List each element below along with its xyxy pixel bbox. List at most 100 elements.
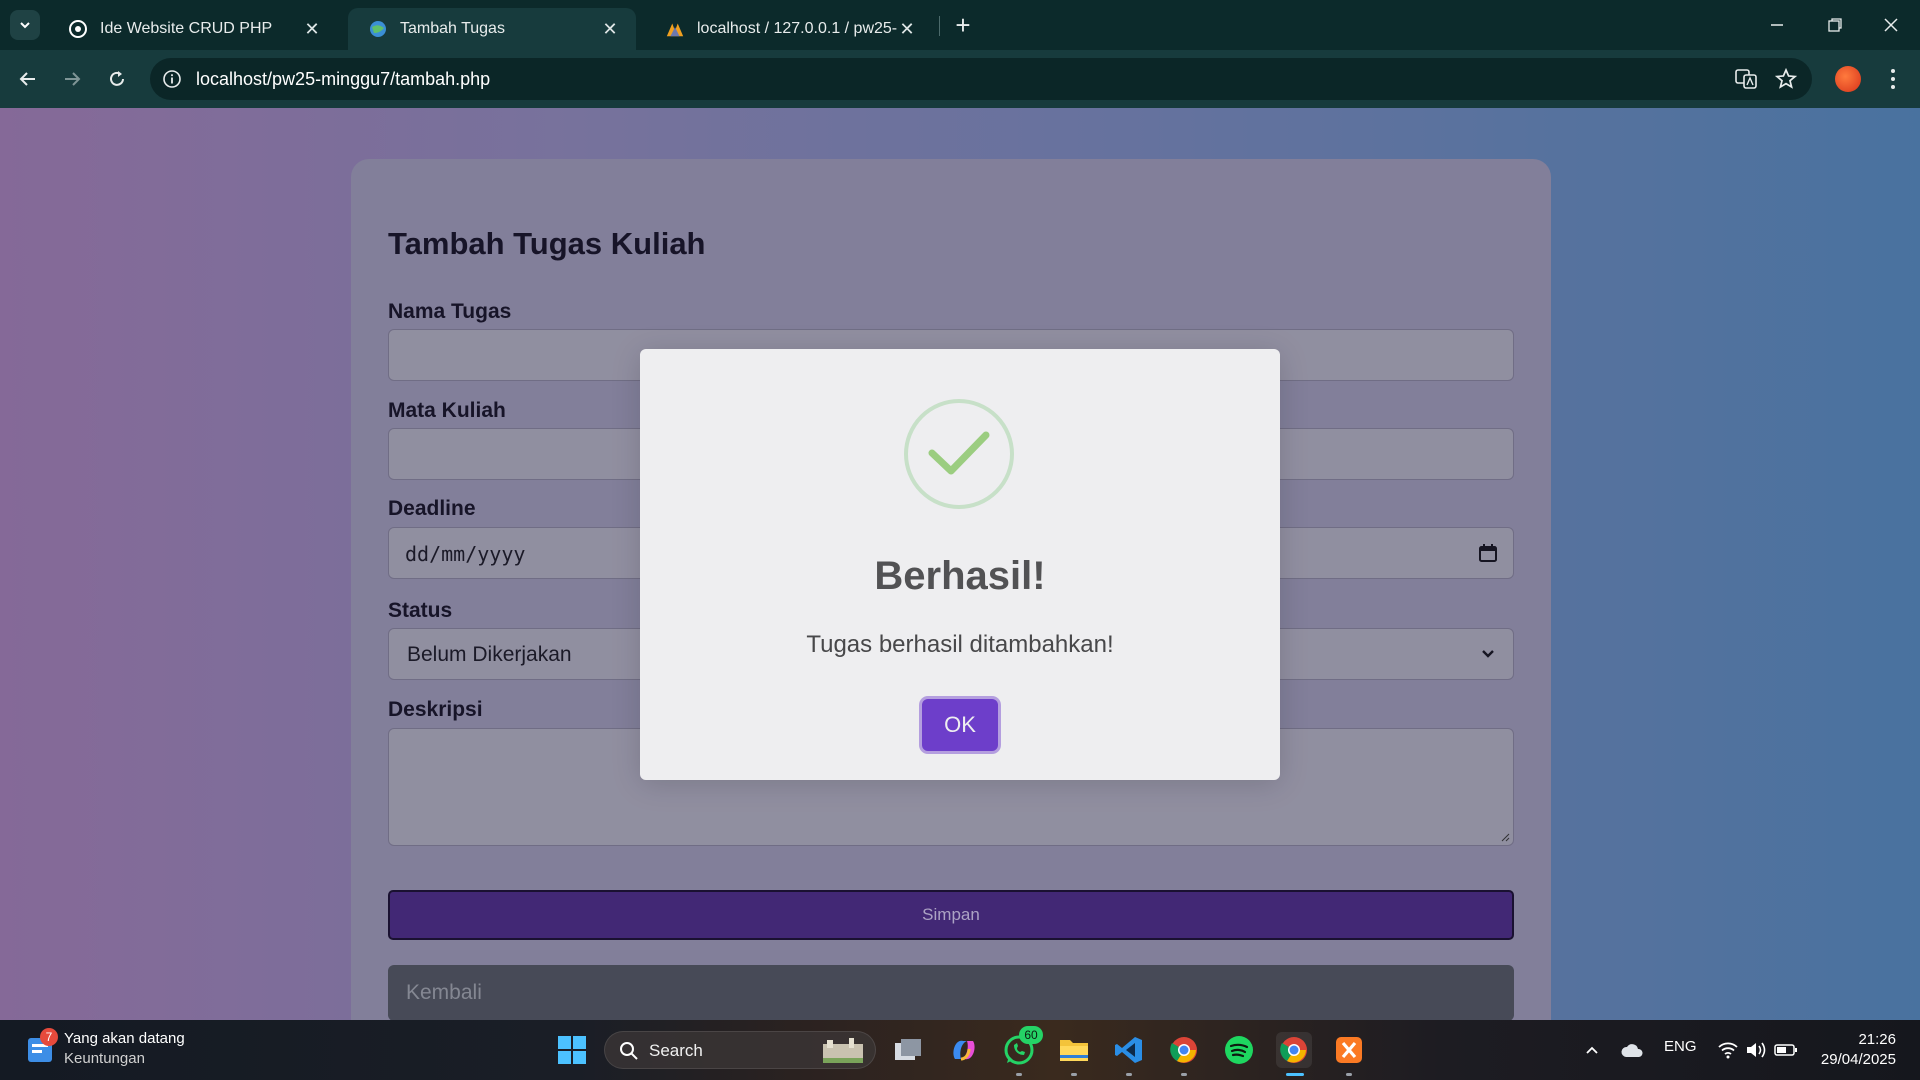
xampp-button[interactable] [1331, 1032, 1367, 1068]
tab-separator [939, 16, 940, 36]
task-view-icon [895, 1039, 921, 1060]
search-highlight-image [823, 1038, 863, 1063]
chevron-up-icon [1586, 1046, 1598, 1054]
dialog-message: Tugas berhasil ditambahkan! [806, 631, 1114, 658]
clock-date: 29/04/2025 [1820, 1051, 1896, 1068]
close-window-button[interactable] [1862, 0, 1920, 50]
restore-button[interactable] [1806, 0, 1864, 50]
tab-ide-website[interactable]: Ide Website CRUD PHP ✕ [48, 8, 338, 50]
running-indicator [1016, 1073, 1022, 1076]
vscode-icon [1115, 1037, 1142, 1063]
minimize-button[interactable] [1748, 0, 1806, 50]
whatsapp-button[interactable]: 60 [1001, 1026, 1043, 1068]
tab-search-button[interactable] [10, 10, 40, 40]
widget-text[interactable]: Yang akan datang Keuntungan [64, 1030, 185, 1067]
language-indicator[interactable]: ENG [1664, 1038, 1697, 1055]
tab-tambah-tugas[interactable]: Tambah Tugas ✕ [348, 8, 636, 50]
chevron-down-icon [1482, 650, 1494, 658]
active-indicator [1286, 1073, 1304, 1076]
onedrive-button[interactable] [1614, 1032, 1650, 1068]
start-button[interactable] [554, 1032, 590, 1068]
show-hidden-icons-button[interactable] [1574, 1032, 1610, 1068]
back-button[interactable] [12, 63, 44, 95]
status-selected-value: Belum Dikerjakan [407, 643, 572, 666]
deskripsi-label: Deskripsi [388, 698, 483, 721]
browser-menu-button[interactable] [1880, 64, 1906, 94]
resize-handle-icon[interactable] [1500, 832, 1510, 842]
file-explorer-button[interactable] [1056, 1032, 1092, 1068]
taskbar: 7 Yang akan datang Keuntungan Search 60 [0, 1020, 1920, 1080]
kembali-label: Kembali [406, 981, 482, 1004]
date-placeholder: dd/mm/yyyy [405, 542, 526, 566]
clock[interactable]: 21:26 29/04/2025 [1821, 1030, 1896, 1070]
close-icon[interactable]: ✕ [302, 19, 322, 39]
simpan-button[interactable]: Simpan [388, 890, 1514, 940]
search-icon [620, 1042, 638, 1060]
profile-avatar[interactable] [1835, 66, 1861, 92]
address-bar[interactable]: localhost/pw25-minggu7/tambah.php [150, 58, 1812, 100]
ok-button[interactable]: OK [922, 699, 998, 751]
cloud-icon [1621, 1044, 1643, 1057]
chevron-down-icon [20, 22, 30, 29]
minimize-icon [1771, 24, 1783, 26]
reload-button[interactable] [101, 63, 133, 95]
running-indicator [1071, 1073, 1077, 1076]
close-icon [1884, 18, 1898, 32]
site-info-icon[interactable] [162, 69, 182, 89]
calendar-icon[interactable] [1477, 542, 1499, 564]
kembali-button[interactable]: Kembali [388, 965, 1514, 1020]
tab-title: Tambah Tugas [400, 20, 505, 37]
bookmark-star-icon[interactable] [1774, 67, 1798, 91]
running-indicator [1181, 1073, 1187, 1076]
browser-toolbar: localhost/pw25-minggu7/tambah.php [0, 50, 1920, 108]
notification-badge: 7 [40, 1028, 58, 1046]
chrome-profile-button[interactable] [1166, 1032, 1202, 1068]
taskbar-search[interactable]: Search [604, 1031, 876, 1069]
status-label: Status [388, 599, 453, 622]
tab-strip: Ide Website CRUD PHP ✕ Tambah Tugas ✕ lo… [0, 0, 1920, 50]
whatsapp-badge: 60 [1019, 1026, 1043, 1044]
volume-icon [1747, 1042, 1766, 1058]
battery-icon [1774, 1044, 1797, 1056]
arrow-right-icon [65, 72, 81, 86]
page-viewport: Tambah Tugas Kuliah Nama Tugas Mata Kuli… [0, 108, 1920, 1020]
task-view-button[interactable] [890, 1032, 926, 1068]
chrome-icon [1280, 1037, 1307, 1063]
translate-icon[interactable] [1734, 67, 1758, 91]
copilot-button[interactable] [946, 1032, 982, 1068]
running-indicator [1346, 1073, 1352, 1076]
chrome-icon [1170, 1037, 1197, 1063]
dialog-title: Berhasil! [874, 554, 1046, 598]
nama-tugas-label: Nama Tugas [388, 300, 512, 323]
wifi-icon [1718, 1042, 1738, 1059]
copilot-icon [953, 1040, 975, 1061]
page-title: Tambah Tugas Kuliah [388, 226, 706, 261]
windows-icon [558, 1036, 586, 1064]
new-tab-button[interactable]: + [950, 10, 976, 40]
tab-title: localhost / 127.0.0.1 / pw25-mi [697, 20, 897, 37]
url-text[interactable]: localhost/pw25-minggu7/tambah.php [196, 69, 490, 90]
openai-icon [68, 19, 88, 39]
success-check-icon [904, 399, 1014, 509]
mata-kuliah-label: Mata Kuliah [388, 399, 506, 422]
tab-phpmyadmin[interactable]: localhost / 127.0.0.1 / pw25-mi ✕ [645, 8, 933, 50]
spotify-icon [1225, 1036, 1253, 1064]
clock-time: 21:26 [1858, 1031, 1896, 1048]
globe-icon [368, 19, 388, 39]
chrome-active-button[interactable] [1276, 1032, 1312, 1068]
reload-icon [110, 71, 124, 86]
close-icon[interactable]: ✕ [600, 19, 620, 39]
running-indicator [1126, 1073, 1132, 1076]
phpmyadmin-icon [665, 19, 685, 39]
forward-button[interactable] [56, 63, 88, 95]
vscode-button[interactable] [1111, 1032, 1147, 1068]
folder-icon [1060, 1040, 1088, 1061]
tab-title: Ide Website CRUD PHP [100, 20, 273, 37]
battery-button[interactable] [1768, 1032, 1804, 1068]
success-dialog: Berhasil! Tugas berhasil ditambahkan! OK [640, 349, 1280, 780]
spotify-button[interactable] [1221, 1032, 1257, 1068]
close-icon[interactable]: ✕ [897, 19, 917, 39]
widgets-button[interactable]: 7 [26, 1028, 58, 1066]
arrow-left-icon [19, 72, 35, 86]
deadline-label: Deadline [388, 497, 476, 520]
